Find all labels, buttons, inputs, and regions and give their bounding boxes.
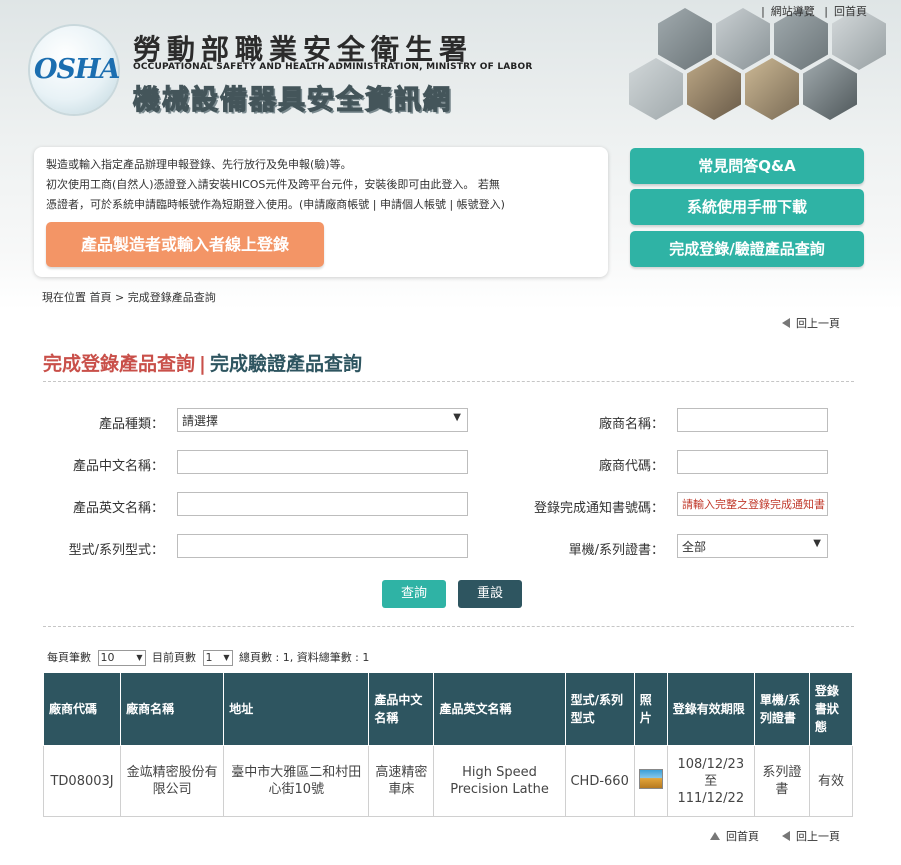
- col-cn-name: 產品中文名稱: [368, 672, 435, 746]
- info-line-2: 初次使用工商(自然人)憑證登入請安裝HICOS元件及跨平台元件，安裝後即可由此登…: [46, 178, 500, 191]
- hex-image: [745, 58, 799, 120]
- cell-cert: 系列證書: [753, 745, 810, 817]
- cell-model: CHD-660: [564, 745, 635, 817]
- cell-status: 有效: [808, 745, 854, 817]
- cert-type-label: 單機/系列證書：: [568, 543, 664, 558]
- hex-image: [658, 8, 712, 70]
- breadcrumb: 現在位置 首頁 > 完成登錄產品查詢: [42, 291, 216, 304]
- col-en-name: 產品英文名稱: [433, 672, 566, 746]
- home-link-bottom[interactable]: 回首頁: [710, 828, 759, 844]
- table-row: TD08003J 金竑精密股份有限公司 臺中市大雅區二和村田心街10號 高速精密…: [42, 745, 854, 817]
- hex-image: [803, 58, 857, 120]
- reset-button[interactable]: 重設: [458, 580, 522, 608]
- home-link[interactable]: 回首頁: [834, 5, 867, 18]
- up-arrow-icon: [710, 832, 720, 840]
- col-vendor-name: 廠商名稱: [120, 672, 225, 746]
- vendor-code-input[interactable]: [677, 450, 828, 474]
- info-box: 製造或輸入指定產品辦理申報登錄、先行放行及免申報(驗)等。 初次使用工商(自然人…: [34, 147, 608, 277]
- cn-name-label: 產品中文名稱：: [72, 459, 164, 474]
- en-name-label: 產品英文名稱：: [72, 501, 164, 516]
- cell-photo[interactable]: [633, 745, 668, 817]
- divider: [43, 381, 854, 382]
- cert-type-value: 全部: [682, 540, 707, 554]
- info-line-3: 憑證者，可於系統申請臨時帳號作為短期登入使用。(申請廠商帳號 | 申請個人帳號 …: [46, 198, 505, 211]
- back-link-top[interactable]: 回上一頁: [782, 315, 840, 331]
- en-name-input[interactable]: [177, 492, 468, 516]
- hex-image: [687, 58, 741, 120]
- home-label: 回首頁: [726, 830, 759, 843]
- query-button[interactable]: 查詢: [382, 580, 446, 608]
- model-label: 型式/系列型式：: [68, 543, 164, 558]
- logo-text: OSHA: [34, 54, 120, 85]
- col-status: 登錄書狀態: [808, 672, 854, 746]
- per-page-select[interactable]: 10 ▼: [97, 650, 146, 666]
- site-subtitle: 機械設備器具安全資訊網: [132, 84, 452, 116]
- results-table: 廠商代碼 廠商名稱 地址 產品中文名稱 產品英文名稱 型式/系列型式 照片 登錄…: [42, 672, 854, 817]
- osha-logo[interactable]: OSHA: [30, 26, 120, 114]
- product-type-value: 請選擇: [182, 414, 219, 428]
- site-title-en: OCCUPATIONAL SAFETY AND HEALTH ADMINISTR…: [133, 62, 533, 72]
- chevron-down-icon: ▼: [453, 412, 461, 423]
- col-vendor-code: 廠商代碼: [42, 672, 122, 746]
- cell-en-name[interactable]: High Speed Precision Lathe: [433, 745, 566, 817]
- cn-name-input[interactable]: [177, 450, 468, 474]
- per-page-label: 每頁筆數: [47, 651, 91, 664]
- current-page-select[interactable]: 1 ▼: [202, 650, 233, 666]
- notice-no-label: 登錄完成通知書號碼：: [533, 501, 664, 516]
- product-query-button[interactable]: 完成登錄/驗證產品查詢: [630, 231, 864, 267]
- col-photo: 照片: [633, 672, 668, 746]
- chevron-down-icon: ▼: [223, 653, 230, 662]
- back-label: 回上一頁: [796, 317, 840, 330]
- chevron-down-icon: ▼: [813, 538, 821, 549]
- col-validity: 登錄有效期限: [666, 672, 755, 746]
- info-line-1: 製造或輸入指定產品辦理申報登錄、先行放行及免申報(驗)等。: [46, 158, 352, 171]
- product-type-select[interactable]: 請選擇 ▼: [177, 408, 468, 432]
- cert-type-select[interactable]: 全部 ▼: [677, 534, 828, 558]
- table-header-row: 廠商代碼 廠商名稱 地址 產品中文名稱 產品英文名稱 型式/系列型式 照片 登錄…: [42, 672, 854, 746]
- sitemap-link[interactable]: 網站導覽: [771, 5, 815, 18]
- col-address: 地址: [223, 672, 370, 746]
- vendor-name-label: 廠商名稱：: [598, 417, 664, 432]
- notice-no-input[interactable]: 請輸入完整之登錄完成通知書: [677, 492, 828, 516]
- divider: [43, 626, 854, 627]
- cell-vendor-code: TD08003J: [42, 745, 122, 817]
- vendor-code-label: 廠商代碼：: [598, 459, 664, 474]
- col-cert: 單機/系列證書: [753, 672, 810, 746]
- photo-icon[interactable]: [638, 768, 663, 789]
- page-title: 完成登錄產品查詢 | 完成驗證產品查詢: [43, 353, 362, 375]
- manual-download-button[interactable]: 系統使用手冊下載: [630, 189, 864, 225]
- cell-cn-name: 高速精密車床: [368, 745, 435, 817]
- faq-button[interactable]: 常見問答Q&A: [630, 148, 864, 184]
- page-summary: 總頁數 : 1, 資料總筆數 : 1: [239, 651, 370, 664]
- back-arrow-icon: [782, 318, 790, 328]
- product-type-label: 產品種類：: [98, 417, 164, 432]
- top-links: | 網站導覽 | 回首頁: [761, 5, 867, 18]
- back-label: 回上一頁: [796, 830, 840, 843]
- current-page-label: 目前頁數: [152, 651, 196, 664]
- cell-address: 臺中市大雅區二和村田心街10號: [223, 745, 370, 817]
- online-login-button[interactable]: 產品製造者或輸入者線上登錄: [46, 222, 324, 267]
- model-input[interactable]: [177, 534, 468, 558]
- tab-registered-products[interactable]: 完成登錄產品查詢: [43, 353, 195, 375]
- cell-vendor-name: 金竑精密股份有限公司: [120, 745, 225, 817]
- tab-verified-products[interactable]: 完成驗證產品查詢: [210, 353, 362, 375]
- back-arrow-icon: [782, 831, 790, 841]
- hex-image: [629, 58, 683, 120]
- chevron-down-icon: ▼: [136, 653, 143, 662]
- col-model: 型式/系列型式: [564, 672, 635, 746]
- cell-validity: 108/12/23 至 111/12/22: [666, 745, 755, 817]
- pager: 每頁筆數 10 ▼ 目前頁數 1 ▼ 總頁數 : 1, 資料總筆數 : 1: [47, 649, 369, 666]
- back-link-bottom[interactable]: 回上一頁: [782, 828, 840, 844]
- vendor-name-input[interactable]: [677, 408, 828, 432]
